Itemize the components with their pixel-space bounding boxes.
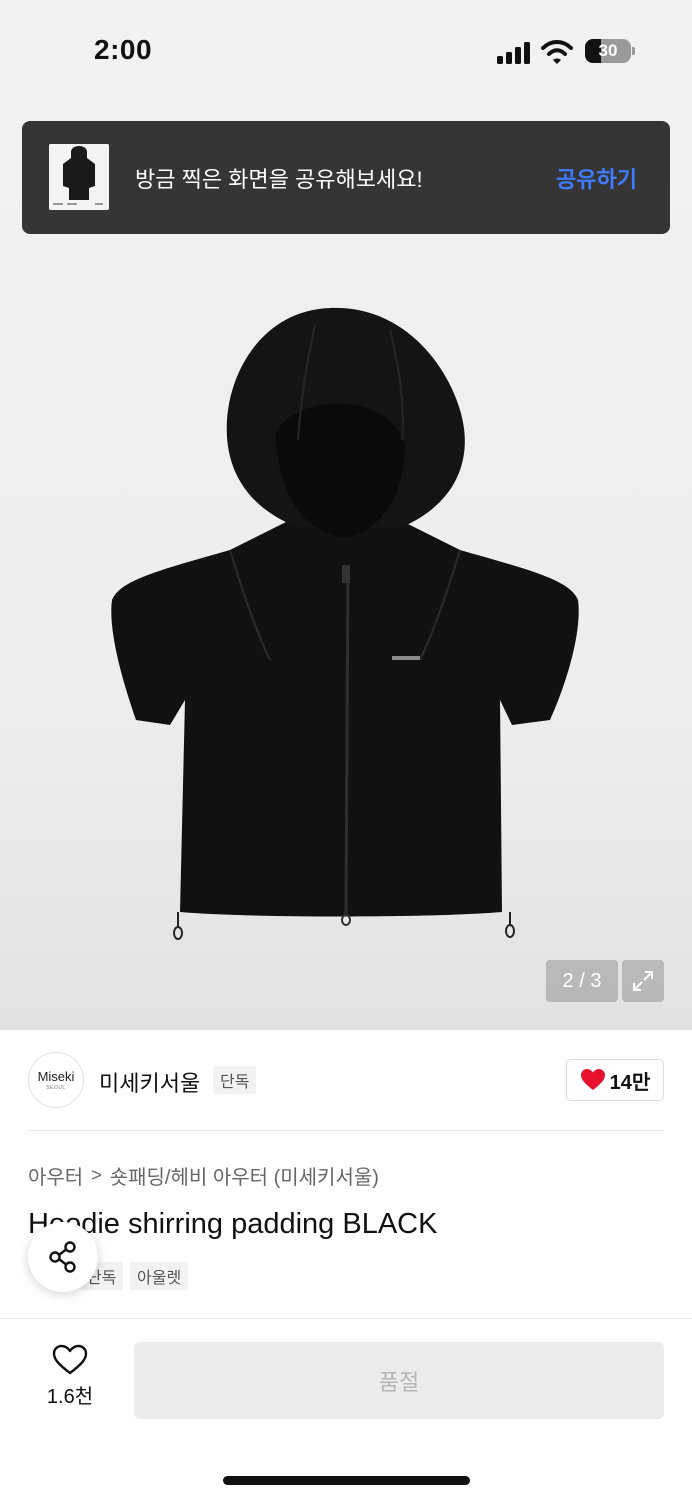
brand-like-count: 14만 [609,1071,651,1094]
chevron-right-icon: > [91,1165,102,1185]
brand-logo-text: Miseki [37,1069,75,1084]
product-tag-outlet: 아울렛 [130,1262,189,1290]
image-counter: 2 / 3 [546,960,618,1002]
divider [28,1130,664,1131]
cellular-signal-icon [497,40,533,64]
brand-exclusive-tag: 단독 [213,1066,257,1094]
brand-name[interactable]: 미세키서울 [99,1066,200,1098]
wishlist-button[interactable]: 1.6천 [40,1344,100,1414]
share-button[interactable] [28,1222,98,1292]
battery-level: 30 [598,41,618,60]
breadcrumb-category[interactable]: 아우터 [28,1161,83,1190]
expand-button[interactable] [622,960,664,1002]
breadcrumb-subcategory[interactable]: 숏패딩/헤비 아우터 (미세키서울) [110,1161,379,1190]
breadcrumb: 아우터 > 숏패딩/헤비 아우터 (미세키서울) [28,1161,379,1190]
wifi-icon [541,40,573,64]
screenshot-share-toast: 방금 찍은 화면을 공유해보세요! 공유하기 [22,121,670,234]
heart-outline-icon [52,1344,88,1375]
screenshot-thumbnail[interactable] [49,144,109,210]
brand-logo[interactable]: Miseki SEOUL [28,1052,84,1108]
brand-like-button[interactable]: 14만 [566,1059,664,1101]
sold-out-button[interactable]: 품절 [134,1342,664,1419]
divider [0,1318,692,1319]
brand-logo-subtext: SEOUL [46,1085,66,1091]
product-image [111,307,579,940]
toast-share-button[interactable]: 공유하기 [556,162,637,194]
share-icon [49,1241,76,1273]
heart-filled-icon [580,1069,605,1090]
status-time: 2:00 [94,34,153,65]
toast-message: 방금 찍은 화면을 공유해보세요! [135,167,423,192]
expand-icon [633,971,653,991]
home-indicator[interactable] [223,1476,470,1485]
status-bar: 2:00 30 [0,0,692,100]
wishlist-count: 1.6천 [46,1386,94,1408]
